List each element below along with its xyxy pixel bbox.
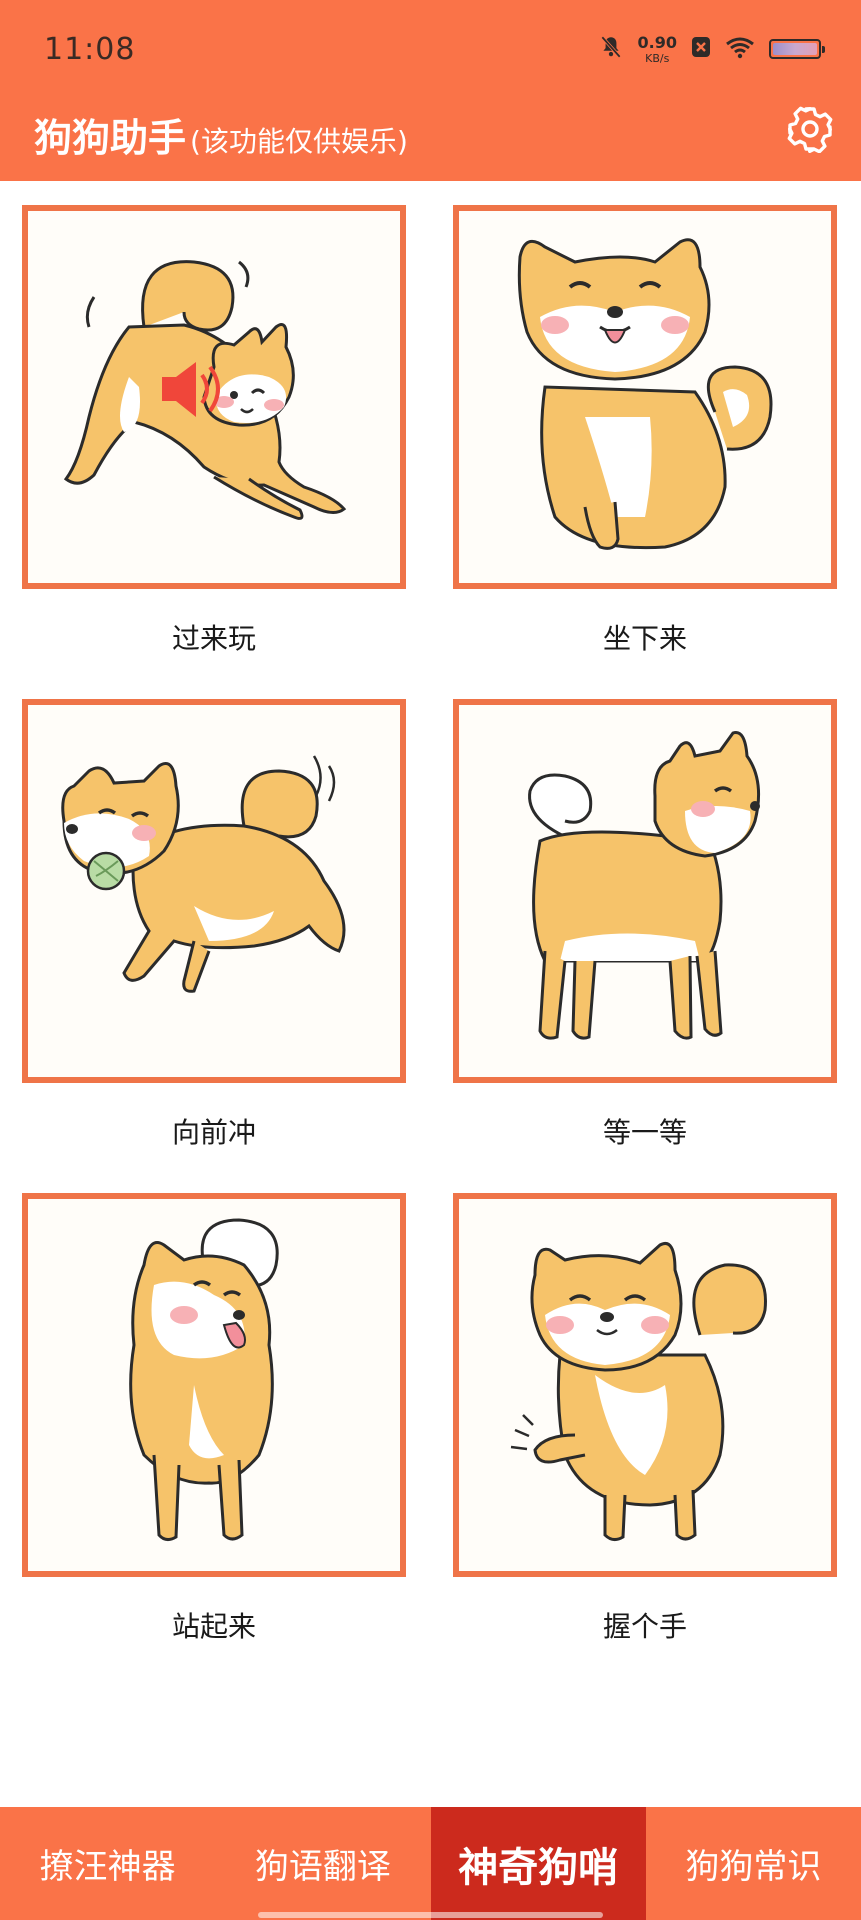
tab-magic-whistle[interactable]: 神奇狗哨	[430, 1807, 646, 1920]
command-label: 站起来	[171, 1610, 256, 1643]
command-item-shake-hand: 握个手	[453, 1193, 837, 1645]
shiba-standing-side-image	[528, 731, 761, 1040]
command-item-come-play: 过来玩	[22, 205, 406, 657]
gear-icon	[786, 105, 834, 157]
command-item-stand-up: 站起来	[22, 1193, 406, 1645]
tab-dog-translate[interactable]: 狗语翻译	[215, 1807, 430, 1920]
shiba-play-bow-image	[63, 260, 347, 520]
bottom-nav: 撩汪神器 狗语翻译 神奇狗哨 狗狗常识	[0, 1807, 861, 1920]
shiba-standing-up-image	[129, 1218, 279, 1542]
wifi-icon	[725, 35, 755, 63]
settings-button[interactable]	[783, 104, 837, 158]
bell-muted-icon	[598, 34, 624, 64]
tab-tease-dog[interactable]: 撩汪神器	[0, 1807, 215, 1920]
shiba-running-ball-image	[61, 755, 346, 993]
command-card-stand-up[interactable]	[22, 1193, 406, 1577]
command-label: 等一等	[602, 1116, 687, 1149]
command-card-wait[interactable]	[453, 699, 837, 1083]
command-label: 坐下来	[602, 622, 687, 655]
command-item-wait: 等一等	[453, 699, 837, 1151]
command-card-sit-down[interactable]	[453, 205, 837, 589]
command-card-charge-forward[interactable]	[22, 699, 406, 1083]
command-label: 过来玩	[171, 622, 256, 655]
page-subtitle: (该功能仅供娱乐)	[190, 125, 408, 158]
shiba-shake-paw-image	[510, 1242, 767, 1542]
home-indicator[interactable]	[258, 1912, 603, 1918]
status-icons: 0.90 KB/s	[598, 32, 825, 65]
command-label: 握个手	[602, 1610, 687, 1643]
battery-icon	[769, 39, 825, 59]
page-title: 狗狗助手	[34, 116, 187, 160]
net-speed-unit: KB/s	[645, 51, 670, 65]
app-header: 11:08 0.90 KB/s 狗狗助手 (该功能仅供娱乐)	[0, 0, 861, 181]
shiba-sitting-image	[517, 238, 773, 550]
command-label: 向前冲	[171, 1116, 256, 1149]
app-notification-icon	[691, 36, 711, 62]
command-item-charge-forward: 向前冲	[22, 699, 406, 1151]
net-speed-value: 0.90	[637, 32, 677, 52]
command-card-shake-hand[interactable]	[453, 1193, 837, 1577]
title-row: 狗狗助手 (该功能仅供娱乐)	[34, 107, 408, 162]
tab-dog-knowledge[interactable]: 狗狗常识	[646, 1807, 861, 1920]
status-time: 11:08	[44, 32, 136, 67]
command-item-sit-down: 坐下来	[453, 205, 837, 657]
command-card-come-play[interactable]	[22, 205, 406, 589]
network-speed: 0.90 KB/s	[637, 32, 677, 65]
